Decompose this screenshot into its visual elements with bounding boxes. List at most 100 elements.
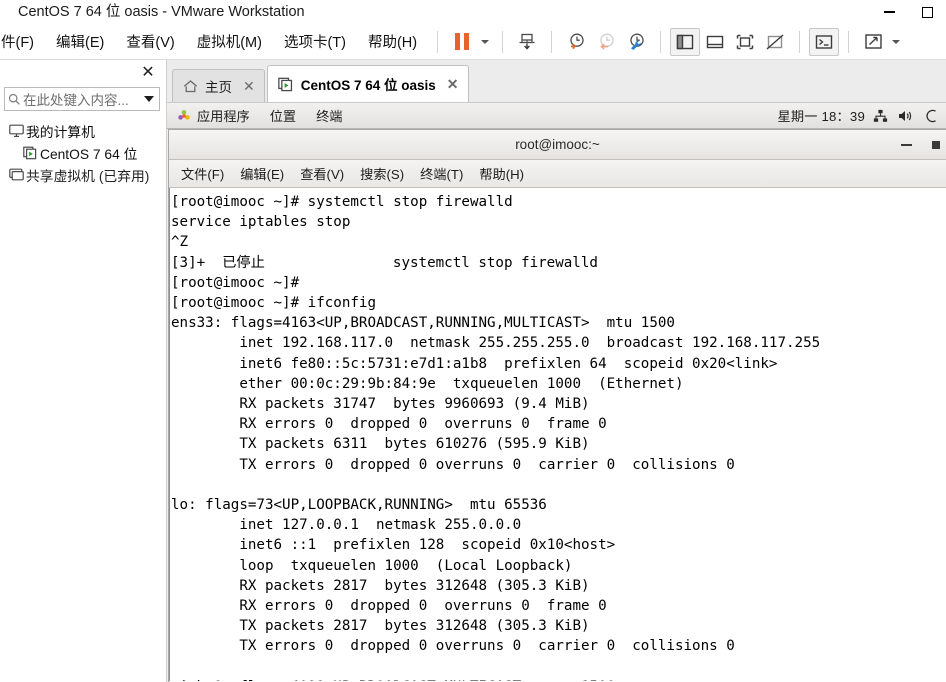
send-files-icon xyxy=(519,33,535,50)
toolbar-stretch-group xyxy=(858,28,904,56)
stretch-dropdown-button[interactable] xyxy=(888,28,904,56)
minimize-button[interactable] xyxy=(870,0,908,24)
console-icon xyxy=(815,34,833,49)
terminal-menu-help[interactable]: 帮助(H) xyxy=(471,162,532,185)
sidebar-item-label: 共享虚拟机 (已弃用) xyxy=(26,169,150,184)
applications-icon xyxy=(177,109,191,123)
vm-area: 主页 ✕ CentOS 7 64 位 oasis ✕ 应用程序 位置 终端 星期… xyxy=(167,60,946,682)
close-library-button[interactable]: ✕ xyxy=(138,63,158,83)
volume-icon[interactable] xyxy=(898,109,914,123)
pause-icon xyxy=(455,33,470,50)
terminal-menu-file[interactable]: 文件(F) xyxy=(173,162,232,185)
gnome-top-panel: 应用程序 位置 终端 星期一 18：39 xyxy=(167,103,946,129)
search-dropdown-button[interactable] xyxy=(139,96,159,102)
minimize-icon xyxy=(883,11,895,13)
search-icon xyxy=(5,93,23,106)
tab-close-button[interactable]: ✕ xyxy=(447,76,459,93)
snapshot-add-icon xyxy=(569,33,584,49)
gnome-system-tray xyxy=(873,109,940,123)
library-tree: 我的计算机 CentOS 7 64 位 共享虚拟机 (已弃用) xyxy=(0,120,166,186)
search-input-placeholder[interactable]: 在此处键入内容... xyxy=(23,89,139,109)
revert-snapshot-button[interactable] xyxy=(591,28,621,56)
sidebar-item-centos[interactable]: CentOS 7 64 位 xyxy=(0,142,166,164)
terminal-minimize-button[interactable] xyxy=(901,144,912,146)
thumbnail-bar-icon xyxy=(706,35,724,48)
maximize-icon xyxy=(921,6,933,18)
fullscreen-icon xyxy=(736,34,754,49)
toolbar-transfer-group xyxy=(512,28,542,56)
minimize-icon xyxy=(901,144,912,146)
toolbar-separator-3 xyxy=(551,30,553,53)
pause-dropdown-button[interactable] xyxy=(477,28,493,56)
maximize-icon xyxy=(932,141,940,149)
terminal-output-area[interactable]: [root@imooc ~]# systemctl stop firewalld… xyxy=(169,188,946,681)
menu-items: 件(F) 编辑(E) 查看(V) 虚拟机(M) 选项卡(T) 帮助(H) xyxy=(0,28,428,55)
menu-toolbar: 件(F) 编辑(E) 查看(V) 虚拟机(M) 选项卡(T) 帮助(H) xyxy=(0,24,946,60)
terminal-left-border xyxy=(169,188,170,681)
take-snapshot-button[interactable] xyxy=(561,28,591,56)
tab-close-button[interactable]: ✕ xyxy=(243,78,255,95)
console-view-button[interactable] xyxy=(809,27,840,56)
toolbar-separator-4 xyxy=(660,30,662,53)
library-search[interactable]: 在此处键入内容... xyxy=(4,87,160,111)
chevron-down-icon xyxy=(481,39,490,44)
maximize-button[interactable] xyxy=(908,0,946,24)
sidebar-item-shared-vms[interactable]: 共享虚拟机 (已弃用) xyxy=(0,164,166,186)
chevron-down-icon xyxy=(892,39,901,44)
window-title: CentOS 7 64 位 oasis - VMware Workstation xyxy=(18,4,305,20)
vm-running-icon xyxy=(20,146,40,160)
send-to-vm-button[interactable] xyxy=(512,28,542,56)
library-panel-icon xyxy=(676,34,694,49)
toolbar-view-group xyxy=(670,27,790,56)
toolbar-separator-1 xyxy=(437,30,439,53)
toolbar-separator-5 xyxy=(799,30,801,53)
unity-mode-button[interactable] xyxy=(760,28,790,56)
tab-label: CentOS 7 64 位 oasis xyxy=(300,78,436,93)
menu-view[interactable]: 查看(V) xyxy=(115,28,185,55)
menu-tabs[interactable]: 选项卡(T) xyxy=(273,28,357,55)
menu-vm[interactable]: 虚拟机(M) xyxy=(186,28,273,55)
library-sidebar: ✕ 在此处键入内容... 我的计算机 CentOS 7 64 位 共享虚拟机 (… xyxy=(0,60,167,682)
terminal-window: root@imooc:~ 文件(F) 编辑(E) 查看(V) 搜索(S) 终端(… xyxy=(168,129,946,682)
tab-home[interactable]: 主页 ✕ xyxy=(172,69,265,102)
show-library-button[interactable] xyxy=(670,27,701,56)
toolbar-power-group xyxy=(447,28,493,56)
vm-tabstrip: 主页 ✕ CentOS 7 64 位 oasis ✕ xyxy=(167,60,946,103)
terminal-titlebar: root@imooc:~ xyxy=(169,130,946,160)
gnome-places-menu[interactable]: 位置 xyxy=(260,106,306,125)
toolbar-console-group xyxy=(809,27,840,56)
stretch-icon xyxy=(864,34,882,49)
enter-fullscreen-button[interactable] xyxy=(730,28,760,56)
gnome-applications-menu[interactable]: 应用程序 xyxy=(173,106,260,125)
gnome-terminal-menu[interactable]: 终端 xyxy=(306,106,352,125)
snapshot-revert-icon xyxy=(599,33,614,50)
stretch-display-button[interactable] xyxy=(858,28,888,56)
snapshot-manager-button[interactable] xyxy=(621,28,651,56)
window-controls xyxy=(870,0,946,24)
library-header: ✕ xyxy=(0,60,166,87)
network-icon[interactable] xyxy=(873,109,888,123)
gnome-clock[interactable]: 星期一 18：39 xyxy=(769,106,873,125)
terminal-menu-terminal[interactable]: 终端(T) xyxy=(412,162,471,185)
sidebar-item-my-computer[interactable]: 我的计算机 xyxy=(0,120,166,142)
terminal-menubar: 文件(F) 编辑(E) 查看(V) 搜索(S) 终端(T) 帮助(H) xyxy=(169,160,946,188)
toolbar-snapshot-group xyxy=(561,28,651,56)
title-bar: CentOS 7 64 位 oasis - VMware Workstation xyxy=(0,0,946,24)
menu-help[interactable]: 帮助(H) xyxy=(357,28,428,55)
terminal-menu-edit[interactable]: 编辑(E) xyxy=(232,162,292,185)
terminal-window-controls xyxy=(901,130,940,160)
shared-vm-icon xyxy=(6,168,26,182)
monitor-icon xyxy=(6,124,26,138)
power-icon[interactable] xyxy=(924,109,938,123)
gnome-applications-label: 应用程序 xyxy=(197,109,250,124)
pause-button[interactable] xyxy=(447,28,477,56)
home-icon xyxy=(183,79,198,93)
terminal-menu-search[interactable]: 搜索(S) xyxy=(352,162,412,185)
menu-file[interactable]: 件(F) xyxy=(0,28,45,55)
show-thumbnail-bar-button[interactable] xyxy=(700,28,730,56)
tab-centos-oasis[interactable]: CentOS 7 64 位 oasis ✕ xyxy=(266,65,469,102)
terminal-maximize-button[interactable] xyxy=(932,141,940,149)
menu-edit[interactable]: 编辑(E) xyxy=(45,28,115,55)
terminal-menu-view[interactable]: 查看(V) xyxy=(292,162,352,185)
tab-label: 主页 xyxy=(205,80,232,95)
